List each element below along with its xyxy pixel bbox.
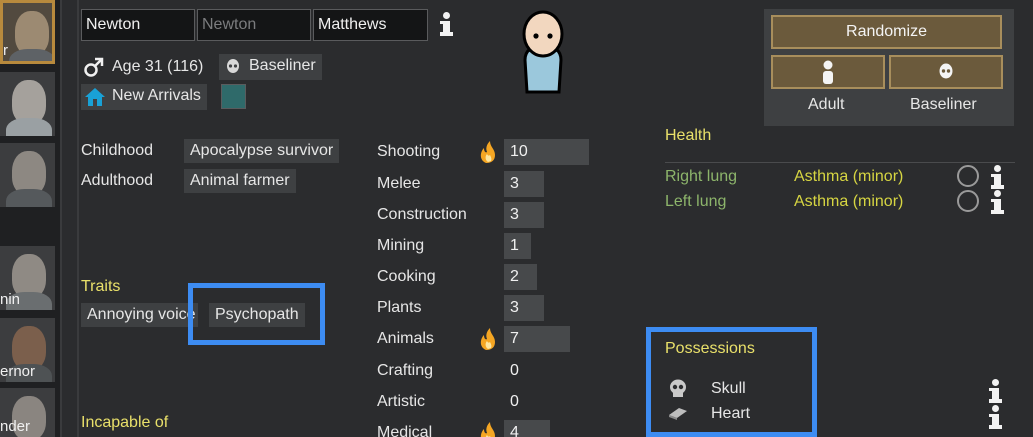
colonist-portrait[interactable] — [0, 143, 55, 207]
baseliner-icon — [227, 59, 239, 73]
colonist-label: nder — [0, 418, 31, 435]
pawn-portrait — [522, 10, 564, 94]
health-condition: Asthma (minor) — [794, 193, 904, 210]
childhood-backstory[interactable]: Apocalypse survivor — [184, 139, 340, 163]
skill-level-bar: 10 — [504, 139, 589, 165]
passion-flame-icon — [480, 422, 495, 437]
colonist-label: ernor — [0, 363, 36, 380]
skill-level-bar: 3 — [504, 171, 544, 197]
skill-name: Medical — [377, 424, 433, 437]
skill-level: 0 — [510, 393, 519, 410]
colonist-portrait[interactable]: nin — [0, 246, 55, 310]
adulthood-backstory[interactable]: Animal farmer — [184, 169, 296, 193]
health-part: Left lung — [665, 193, 727, 210]
xenotype-label: Baseliner — [249, 57, 316, 74]
skill-name: Shooting — [377, 143, 441, 160]
baseliner-icon — [939, 63, 953, 79]
passion-flame-icon — [480, 328, 495, 350]
nickname-field[interactable]: Newton — [197, 9, 311, 41]
skill-level: 3 — [510, 299, 519, 316]
skill-level-bar: 3 — [504, 202, 544, 228]
info-icon[interactable] — [988, 405, 1002, 431]
skill-level-bar: 3 — [504, 295, 544, 321]
info-icon[interactable] — [988, 379, 1002, 405]
colonist-portrait[interactable]: nder — [0, 388, 55, 437]
colonist-label: r — [3, 42, 8, 59]
colonist-body — [6, 189, 52, 207]
skill-name: Crafting — [377, 362, 434, 379]
adult-icon — [823, 60, 833, 84]
baseliner-label: Baseliner — [910, 96, 977, 113]
skill-name: Mining — [377, 237, 425, 254]
colonist-portrait[interactable] — [0, 72, 55, 136]
info-icon[interactable] — [990, 190, 1004, 216]
skill-level-bar: 7 — [504, 326, 570, 352]
panel-divider — [77, 0, 79, 437]
trait-tag[interactable]: Annoying voice — [81, 303, 198, 327]
xenotype-button[interactable] — [889, 55, 1003, 89]
health-status-circle[interactable] — [957, 190, 979, 212]
health-part: Right lung — [665, 168, 738, 185]
health-title: Health — [665, 127, 712, 144]
adulthood-label: Adulthood — [81, 172, 154, 189]
skill-level-bar: 0 — [504, 358, 524, 384]
xenotype-tag[interactable]: Baseliner — [219, 54, 322, 80]
skill-name: Plants — [377, 299, 422, 316]
home-icon — [85, 88, 105, 106]
last-name-field[interactable]: Matthews — [313, 9, 428, 41]
info-icon[interactable] — [990, 165, 1004, 191]
skill-level: 2 — [510, 268, 519, 285]
skill-level: 3 — [510, 206, 519, 223]
colonist-portrait-selected[interactable]: r — [0, 0, 55, 64]
skill-level: 4 — [510, 424, 519, 437]
colonist-body — [9, 49, 52, 61]
skill-level-bar: 4 — [504, 420, 550, 437]
skill-level: 1 — [510, 237, 519, 254]
skill-level: 0 — [510, 362, 519, 379]
colonist-label: nin — [0, 291, 21, 308]
colonist-portrait[interactable]: ernor — [0, 318, 55, 382]
faction-tag[interactable]: New Arrivals — [81, 84, 207, 110]
psychopath-highlight — [188, 283, 325, 345]
skill-level-bar: 1 — [504, 233, 531, 259]
skill-level: 10 — [510, 143, 528, 160]
health-status-circle[interactable] — [957, 165, 979, 187]
adult-label: Adult — [808, 96, 845, 113]
randomize-button[interactable]: Randomize — [771, 15, 1002, 49]
info-icon[interactable] — [439, 12, 453, 38]
health-condition: Asthma (minor) — [794, 168, 904, 185]
faction-label: New Arrivals — [112, 87, 201, 104]
colonist-body — [6, 118, 52, 136]
first-name-field[interactable]: Newton — [81, 9, 195, 41]
health-divider — [665, 162, 1015, 163]
age-label: Age 31 (116) — [112, 58, 204, 75]
skill-level: 7 — [510, 330, 519, 347]
skill-name: Animals — [377, 330, 434, 347]
skill-name: Artistic — [377, 393, 425, 410]
possessions-highlight — [646, 327, 817, 437]
skill-name: Cooking — [377, 268, 436, 285]
childhood-label: Childhood — [81, 142, 154, 159]
skill-level: 3 — [510, 175, 519, 192]
skill-level-bar: 0 — [504, 389, 524, 415]
male-icon — [84, 57, 104, 77]
incapable-title: Incapable of — [81, 414, 169, 431]
passion-flame-icon — [480, 141, 495, 163]
colonist-bar: r nin ernor nder — [0, 0, 62, 437]
favorite-color-swatch[interactable] — [221, 84, 246, 109]
traits-title: Traits — [81, 278, 121, 295]
skill-name: Melee — [377, 175, 421, 192]
skill-name: Construction — [377, 206, 467, 223]
skill-level-bar: 2 — [504, 264, 537, 290]
development-stage-button[interactable] — [771, 55, 885, 89]
